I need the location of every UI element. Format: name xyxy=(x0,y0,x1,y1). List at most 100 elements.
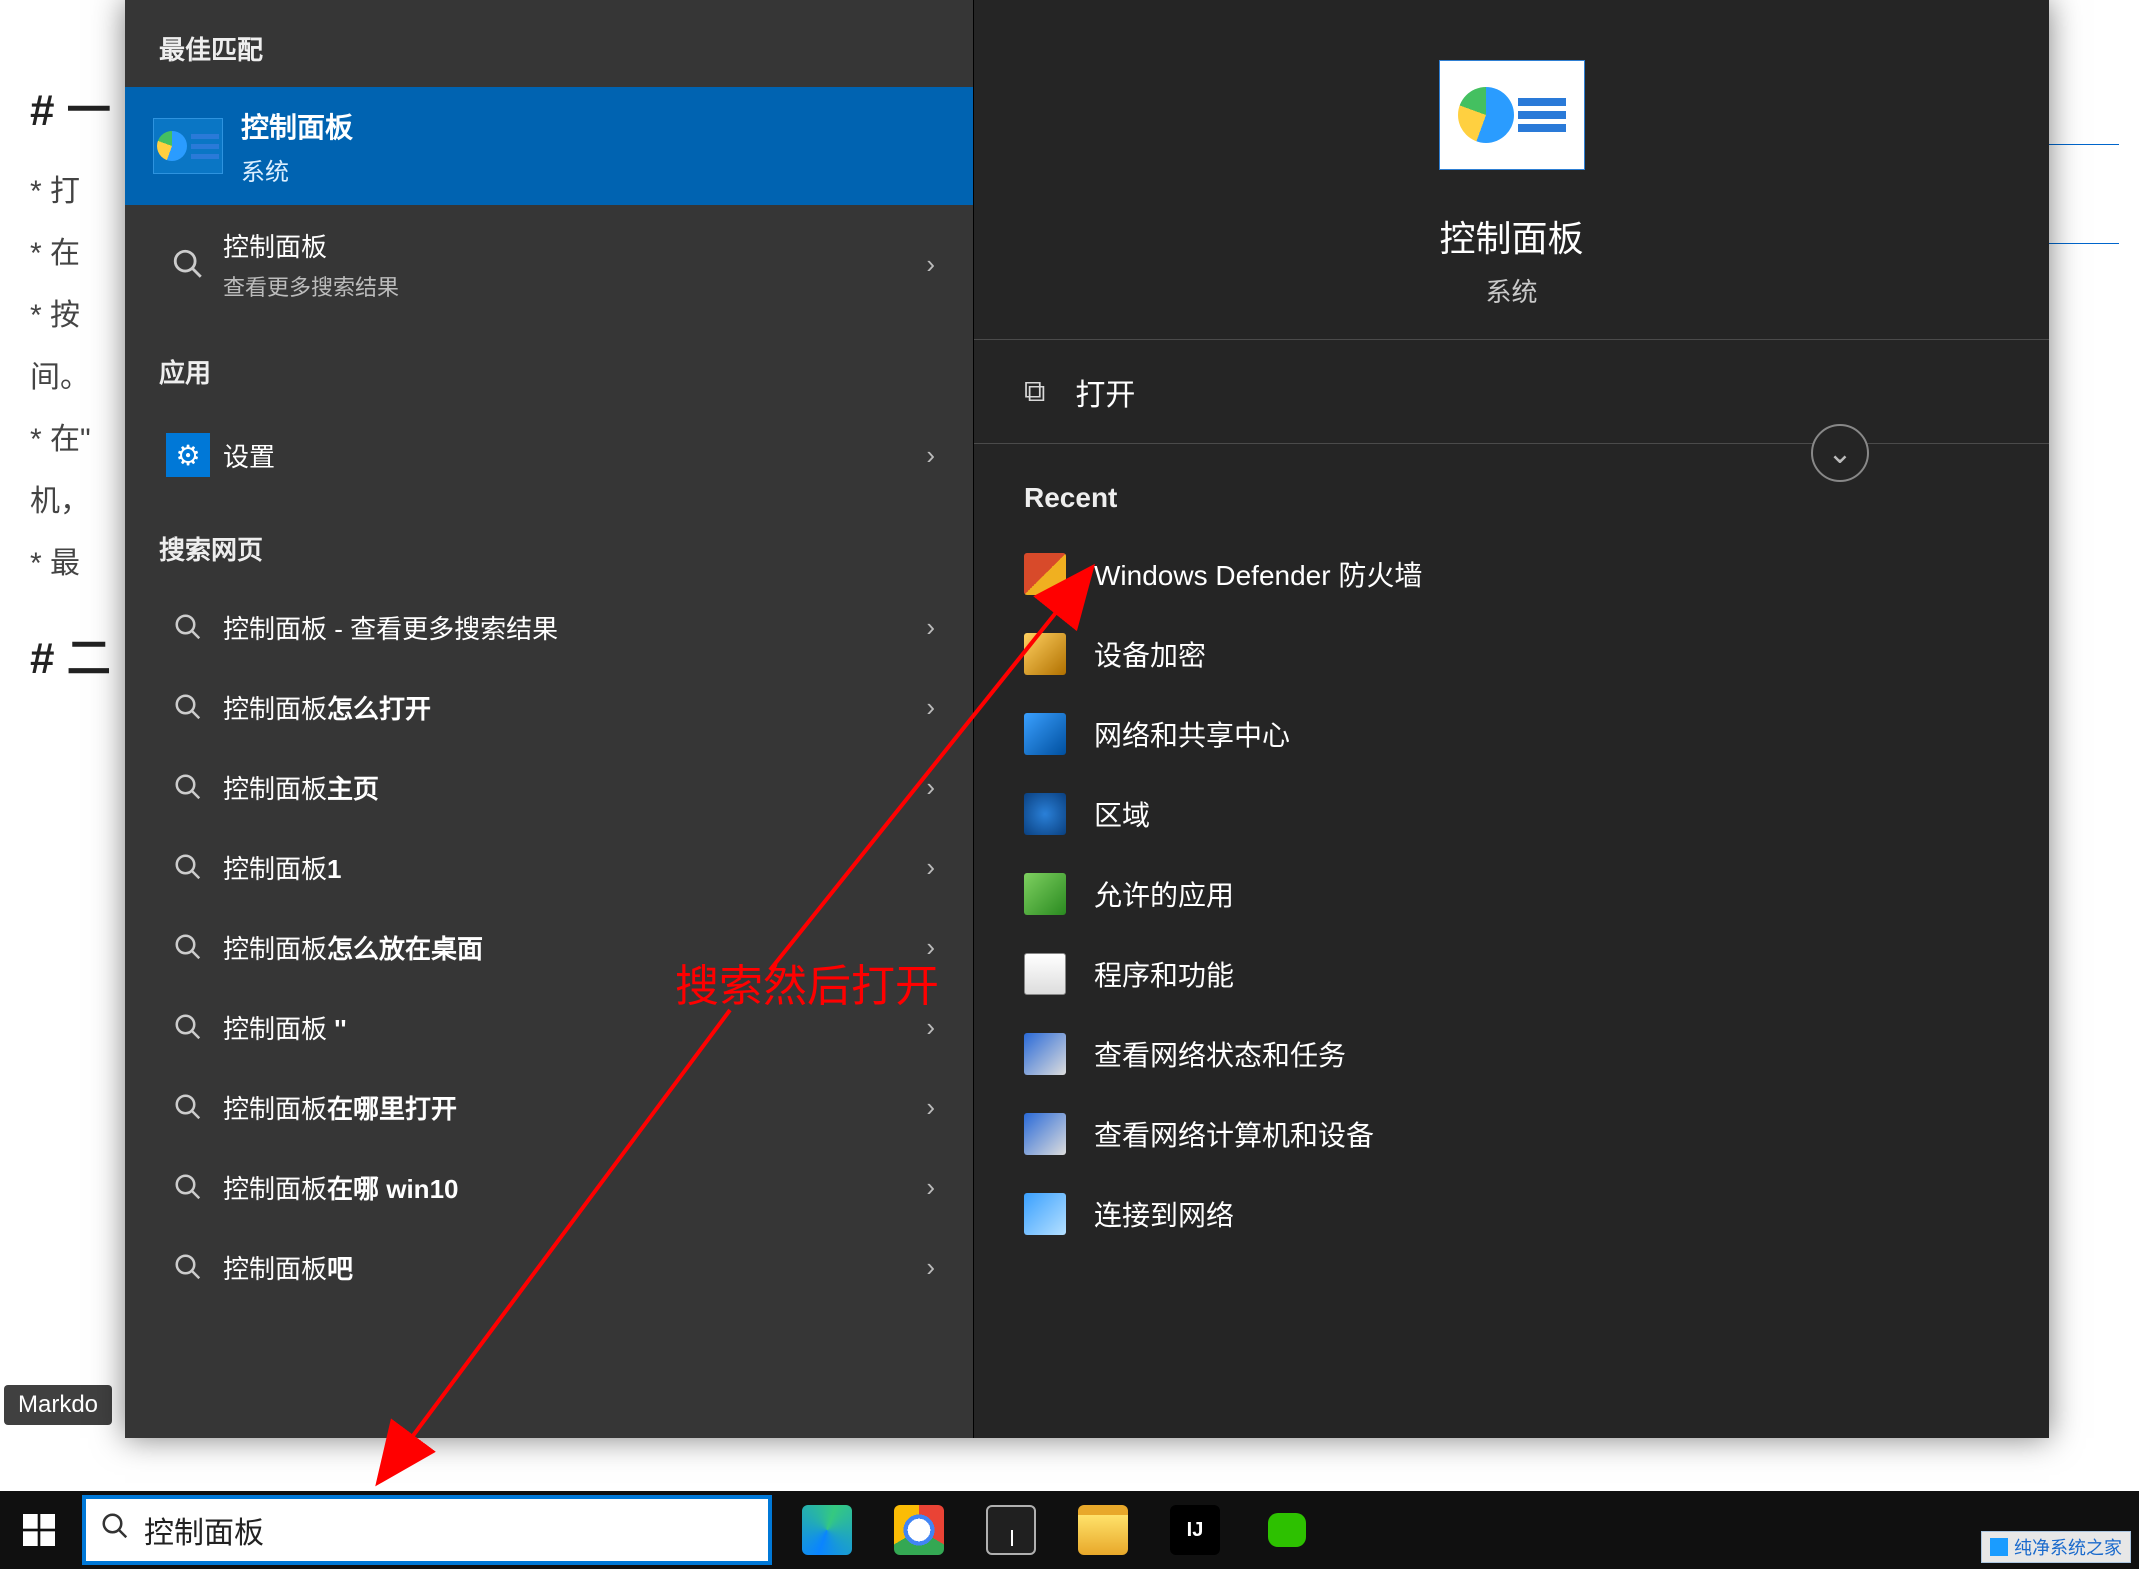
chevron-right-icon[interactable]: › xyxy=(926,1252,945,1283)
recent-item-label: Windows Defender 防火墙 xyxy=(1094,554,1422,594)
recent-item-icon xyxy=(1024,873,1066,915)
recent-item-icon xyxy=(1024,553,1066,595)
watermark-text: 纯净系统之家 xyxy=(2014,1534,2122,1560)
search-icon xyxy=(153,1172,223,1202)
chevron-right-icon[interactable]: › xyxy=(926,692,945,723)
search-icon xyxy=(153,1092,223,1122)
web-search-item[interactable]: 控制面板在哪 win10› xyxy=(125,1147,973,1227)
recent-item[interactable]: 网络和共享中心 xyxy=(974,694,2049,774)
recent-item-label: 查看网络计算机和设备 xyxy=(1094,1114,1374,1154)
web-search-item[interactable]: 控制面板 ''› xyxy=(125,987,973,1067)
gear-icon: ⚙ xyxy=(166,433,210,477)
open-icon: ⧉ xyxy=(1024,375,1045,409)
settings-label: 设置 xyxy=(223,437,926,474)
recent-item-icon xyxy=(1024,633,1066,675)
see-more-subtitle: 查看更多搜索结果 xyxy=(223,270,399,302)
web-search-item[interactable]: 控制面板在哪里打开› xyxy=(125,1067,973,1147)
recent-item[interactable]: 程序和功能 xyxy=(974,934,2049,1014)
web-search-item[interactable]: 控制面板怎么打开› xyxy=(125,667,973,747)
web-search-item[interactable]: 控制面板1› xyxy=(125,827,973,907)
file-explorer-taskbar-icon[interactable] xyxy=(1078,1505,1128,1555)
web-search-item[interactable]: 控制面板 - 查看更多搜索结果› xyxy=(125,587,973,667)
chevron-right-icon[interactable]: › xyxy=(926,612,945,643)
search-icon xyxy=(100,1511,130,1549)
start-search-panel: 最佳匹配 控制面板 系统 控制面板 查看更多搜索结果 › 应用 ⚙ 设置 xyxy=(125,0,2049,1438)
doc-mode-pill: Markdo xyxy=(4,1385,112,1425)
recent-item[interactable]: 区域 xyxy=(974,774,2049,854)
web-search-item[interactable]: 控制面板吧› xyxy=(125,1227,973,1307)
recent-item[interactable]: 查看网络计算机和设备 xyxy=(974,1094,2049,1174)
group-apps: 应用 xyxy=(125,323,973,410)
search-icon xyxy=(153,692,223,722)
recent-item-label: 程序和功能 xyxy=(1094,954,1234,994)
chevron-right-icon[interactable]: › xyxy=(926,249,945,280)
recent-header: Recent xyxy=(974,444,2049,534)
web-item-label: 控制面板主页 xyxy=(223,769,926,806)
recent-item[interactable]: 查看网络状态和任务 xyxy=(974,1014,2049,1094)
control-panel-large-icon xyxy=(1439,60,1585,170)
watermark-icon xyxy=(1990,1538,2008,1556)
best-match-title: 控制面板 xyxy=(241,106,353,146)
search-icon xyxy=(153,852,223,882)
recent-item-icon xyxy=(1024,1113,1066,1155)
web-item-label: 控制面板在哪 win10 xyxy=(223,1169,926,1206)
recent-item-label: 网络和共享中心 xyxy=(1094,714,1290,754)
web-item-label: 控制面板在哪里打开 xyxy=(223,1089,926,1126)
taskbar: IJ 纯净系统之家 xyxy=(0,1491,2139,1569)
web-item-label: 控制面板 '' xyxy=(223,1009,926,1046)
group-best-match: 最佳匹配 xyxy=(125,0,973,87)
search-icon xyxy=(153,247,223,281)
web-search-item[interactable]: 控制面板主页› xyxy=(125,747,973,827)
recent-item-label: 允许的应用 xyxy=(1094,874,1234,914)
web-item-label: 控制面板吧 xyxy=(223,1249,926,1286)
search-icon xyxy=(153,772,223,802)
recent-item-icon xyxy=(1024,793,1066,835)
chevron-right-icon[interactable]: › xyxy=(926,932,945,963)
taskbar-search-box[interactable] xyxy=(82,1495,772,1565)
web-search-item[interactable]: 控制面板怎么放在桌面› xyxy=(125,907,973,987)
preview-subtitle: 系统 xyxy=(1485,272,1537,309)
clock-taskbar-icon[interactable] xyxy=(986,1505,1036,1555)
chevron-right-icon[interactable]: › xyxy=(926,1012,945,1043)
recent-item[interactable]: 设备加密 xyxy=(974,614,2049,694)
recent-item-label: 连接到网络 xyxy=(1094,1194,1234,1234)
see-more-title: 控制面板 xyxy=(223,227,399,264)
settings-result[interactable]: ⚙ 设置 › xyxy=(125,410,973,500)
expand-button[interactable]: ⌄ xyxy=(1811,424,1869,482)
best-match-result[interactable]: 控制面板 系统 xyxy=(125,87,973,205)
open-label: 打开 xyxy=(1075,370,1135,414)
recent-item-icon xyxy=(1024,713,1066,755)
recent-item[interactable]: 连接到网络 xyxy=(974,1174,2049,1254)
search-icon xyxy=(153,1252,223,1282)
recent-item-icon xyxy=(1024,1033,1066,1075)
recent-item[interactable]: Windows Defender 防火墙 xyxy=(974,534,2049,614)
recent-item-label: 查看网络状态和任务 xyxy=(1094,1034,1346,1074)
open-action[interactable]: ⧉ 打开 ⌄ xyxy=(974,340,2049,444)
recent-item-icon xyxy=(1024,953,1066,995)
chevron-right-icon[interactable]: › xyxy=(926,1172,945,1203)
see-more-results[interactable]: 控制面板 查看更多搜索结果 › xyxy=(125,205,973,323)
chevron-right-icon[interactable]: › xyxy=(926,772,945,803)
best-match-subtitle: 系统 xyxy=(241,152,353,187)
chevron-down-icon: ⌄ xyxy=(1827,436,1852,471)
recent-item[interactable]: 允许的应用 xyxy=(974,854,2049,934)
group-web: 搜索网页 xyxy=(125,500,973,587)
search-icon xyxy=(153,932,223,962)
windows-icon xyxy=(23,1514,55,1546)
recent-item-label: 区域 xyxy=(1094,794,1150,834)
edge-taskbar-icon[interactable] xyxy=(802,1505,852,1555)
chrome-taskbar-icon[interactable] xyxy=(894,1505,944,1555)
start-button[interactable] xyxy=(0,1491,78,1569)
web-item-label: 控制面板怎么放在桌面 xyxy=(223,929,926,966)
chevron-right-icon[interactable]: › xyxy=(926,1092,945,1123)
chevron-right-icon[interactable]: › xyxy=(926,440,945,471)
search-icon xyxy=(153,1012,223,1042)
control-panel-icon xyxy=(153,118,223,174)
web-item-label: 控制面板1 xyxy=(223,849,926,886)
wechat-taskbar-icon[interactable] xyxy=(1262,1505,1312,1555)
intellij-taskbar-icon[interactable]: IJ xyxy=(1170,1505,1220,1555)
search-preview-pane: 控制面板 系统 ⧉ 打开 ⌄ Recent Windows Defender 防… xyxy=(973,0,2049,1438)
search-input[interactable] xyxy=(144,1513,754,1547)
search-results-pane: 最佳匹配 控制面板 系统 控制面板 查看更多搜索结果 › 应用 ⚙ 设置 xyxy=(125,0,973,1438)
chevron-right-icon[interactable]: › xyxy=(926,852,945,883)
